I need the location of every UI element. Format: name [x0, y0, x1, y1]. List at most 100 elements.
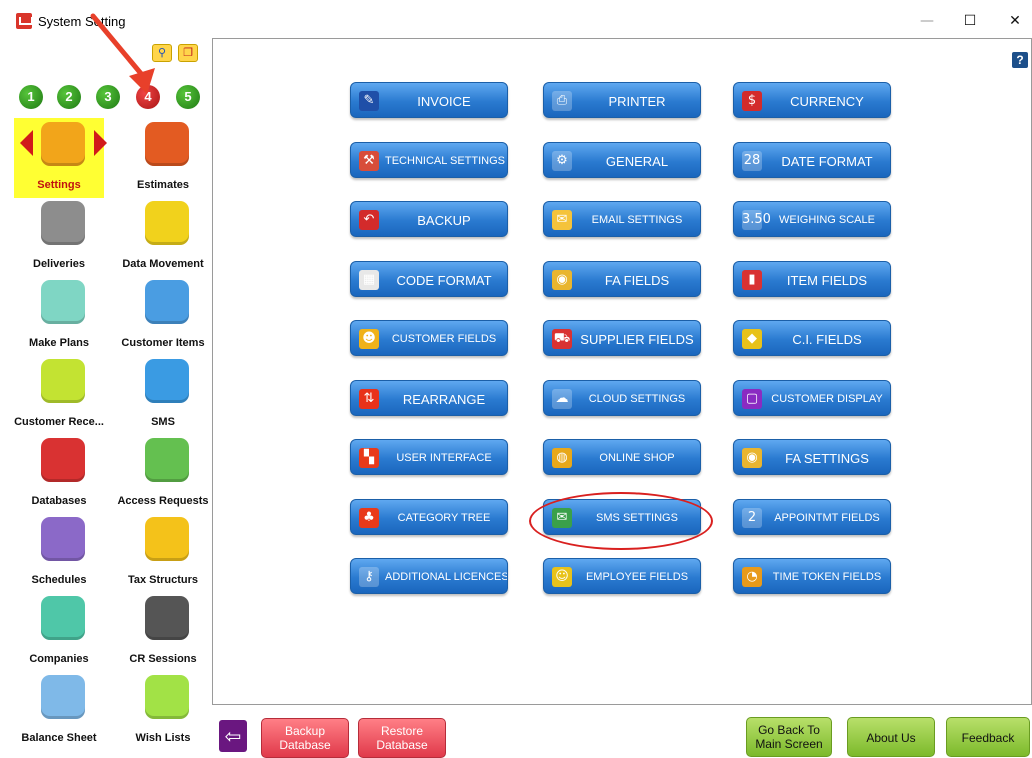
settings-button-label: DATE FORMAT — [781, 153, 873, 169]
sidebar-item-make-plans[interactable]: Make Plans — [14, 276, 104, 356]
minimize-button[interactable]: — — [912, 8, 942, 34]
customer-display-button[interactable]: ▢ CUSTOMER DISPLAY — [733, 379, 891, 416]
shapes-icon: ◆ — [742, 329, 762, 349]
sidebar-item-deliveries[interactable]: Deliveries — [14, 197, 104, 277]
tree-icon: ♣ — [359, 507, 379, 528]
backup-database-button[interactable]: Backup Database — [261, 718, 349, 758]
sidebar-item-companies[interactable]: Companies — [14, 592, 104, 672]
sidebar-item-customer-items[interactable]: Customer Items — [118, 276, 208, 356]
settings-button-label: CODE FORMAT — [396, 272, 492, 288]
maximize-button[interactable]: ☐ — [955, 8, 985, 34]
copy-icon[interactable]: ❐ — [178, 44, 198, 62]
supplier-fields-button[interactable]: ⛟ SUPPLIER FIELDS — [543, 320, 701, 356]
sidebar-item-sms[interactable]: SMS — [118, 355, 208, 435]
printer-button[interactable]: ⎙ PRINTER — [543, 82, 701, 118]
settings-button-label: ONLINE SHOP — [599, 452, 675, 464]
go-back-main-screen-button[interactable]: Go Back To Main Screen — [746, 717, 832, 757]
coins-settings-icon: ◉ — [742, 448, 762, 468]
technical-settings-icon: ⚒ — [359, 150, 379, 171]
appointmt-fields-button[interactable]: 2 APPOINTMT FIELDS — [733, 498, 891, 535]
settings-panel — [212, 38, 1032, 705]
sidebar-item-label: Balance Sheet — [21, 732, 97, 744]
user-interface-icon: ▚ — [359, 448, 379, 468]
date-format-button[interactable]: 28 DATE FORMAT — [733, 141, 891, 178]
barcode-icon: ▦ — [359, 269, 379, 290]
c-i-fields-button[interactable]: ◆ C.I. FIELDS — [733, 320, 891, 356]
settings-button-label: CUSTOMER FIELDS — [391, 333, 497, 345]
settings-button-label: ITEM FIELDS — [786, 272, 868, 288]
undo-icon: ↶ — [359, 210, 379, 230]
item-fields-icon: ▮ — [742, 269, 762, 290]
sidebar-item-label: Companies — [29, 653, 89, 665]
backup-button[interactable]: ↶ BACKUP — [350, 201, 508, 237]
next-arrow-icon[interactable] — [94, 130, 107, 156]
chart-icon — [41, 675, 85, 719]
clock-icon: ◔ — [742, 567, 762, 587]
restore-database-button[interactable]: Restore Database — [358, 718, 446, 758]
online-shop-button[interactable]: ◍ ONLINE SHOP — [543, 439, 701, 475]
sidebar-item-label: Tax Structurs — [127, 574, 199, 586]
technical-settings-button[interactable]: ⚒ TECHNICAL SETTINGS — [350, 141, 508, 178]
rearrange-button[interactable]: ⇅ REARRANGE — [350, 379, 508, 416]
restore-database-line-2: Database — [376, 738, 428, 752]
sidebar-item-data-movement[interactable]: Data Movement — [118, 197, 208, 277]
settings-button-label: BACKUP — [417, 213, 471, 228]
employee-fields-button[interactable]: ☺ EMPLOYEE FIELDS — [543, 558, 701, 594]
sidebar-item-schedules[interactable]: Schedules — [14, 513, 104, 593]
invoice-button[interactable]: ✎ INVOICE — [350, 82, 508, 118]
time-token-fields-button[interactable]: ◔ TIME TOKEN FIELDS — [733, 558, 891, 594]
sidebar-item-settings[interactable]: Settings — [14, 118, 107, 198]
sidebar-item-wish-lists[interactable]: Wish Lists — [118, 671, 208, 751]
feedback-button[interactable]: Feedback — [946, 717, 1030, 757]
globe-icon: ◍ — [552, 448, 572, 468]
display-icon: ▢ — [742, 388, 762, 409]
key-icon: ⚷ — [359, 567, 379, 587]
sidebar-item-label: Customer Items — [121, 337, 205, 349]
category-tree-button[interactable]: ♣ CATEGORY TREE — [350, 498, 508, 535]
help-icon[interactable]: ? — [1012, 52, 1028, 68]
number-tab-1[interactable]: 1 — [19, 85, 43, 109]
estimates-icon — [145, 122, 189, 166]
close-button[interactable]: ✕ — [1000, 8, 1030, 34]
settings-button-label: CLOUD SETTINGS — [588, 392, 686, 405]
sidebar-item-customer-rece[interactable]: Customer Rece... — [14, 355, 104, 435]
tax-icon — [145, 517, 189, 561]
fa-fields-button[interactable]: ◉ FA FIELDS — [543, 260, 701, 297]
sidebar-item-tax-structurs[interactable]: Tax Structurs — [118, 513, 208, 593]
sidebar-item-cr-sessions[interactable]: CR Sessions — [118, 592, 208, 672]
system-setting-window: System Setting — ☐ ✕ ⚲ ❐ 12345 Settings E… — [0, 0, 1032, 758]
settings-button-label: TIME TOKEN FIELDS — [772, 571, 882, 583]
prev-arrow-icon[interactable] — [20, 130, 33, 156]
settings-button-label: CATEGORY TREE — [397, 511, 491, 524]
number-tab-2[interactable]: 2 — [57, 85, 81, 109]
weighing-scale-button[interactable]: 3.50 WEIGHING SCALE — [733, 201, 891, 237]
sidebar-item-balance-sheet[interactable]: Balance Sheet — [14, 671, 104, 751]
left-panel: ⚲ ❐ 12345 Settings Estimates Deliveries Dat… — [0, 38, 212, 758]
settings-button-label: CURRENCY — [790, 94, 864, 109]
additional-licences-button[interactable]: ⚷ ADDITIONAL LICENCES — [350, 558, 508, 594]
dollar-icon: $ — [742, 91, 762, 111]
settings-button-label: C.I. FIELDS — [792, 332, 862, 347]
about-us-button[interactable]: About Us — [847, 717, 935, 757]
fa-settings-button[interactable]: ◉ FA SETTINGS — [733, 439, 891, 475]
general-button[interactable]: ⚙ GENERAL — [543, 141, 701, 178]
currency-button[interactable]: $ CURRENCY — [733, 82, 891, 118]
sidebar-item-label: Settings — [37, 179, 81, 191]
item-fields-button[interactable]: ▮ ITEM FIELDS — [733, 260, 891, 297]
sidebar-item-estimates[interactable]: Estimates — [118, 118, 208, 198]
settings-button-label: APPOINTMT FIELDS — [774, 511, 880, 524]
code-format-button[interactable]: ▦ CODE FORMAT — [350, 260, 508, 297]
back-arrow-button[interactable]: ⇦ — [219, 720, 247, 752]
sidebar-item-label: Deliveries — [33, 258, 85, 270]
cloud-settings-button[interactable]: ☁ CLOUD SETTINGS — [543, 379, 701, 416]
customer-fields-button[interactable]: ☻ CUSTOMER FIELDS — [350, 320, 508, 356]
sidebar-item-access-requests[interactable]: Access Requests — [117, 434, 209, 514]
number-tab-5[interactable]: 5 — [176, 85, 200, 109]
email-settings-button[interactable]: ✉ EMAIL SETTINGS — [543, 201, 701, 237]
settings-button-label: USER INTERFACE — [396, 452, 492, 464]
sidebar-item-databases[interactable]: Databases — [14, 434, 104, 514]
user-interface-button[interactable]: ▚ USER INTERFACE — [350, 439, 508, 475]
customer-items-icon — [145, 280, 189, 324]
app-cart-icon — [16, 13, 33, 29]
settings-button-label: ADDITIONAL LICENCES — [385, 571, 508, 583]
